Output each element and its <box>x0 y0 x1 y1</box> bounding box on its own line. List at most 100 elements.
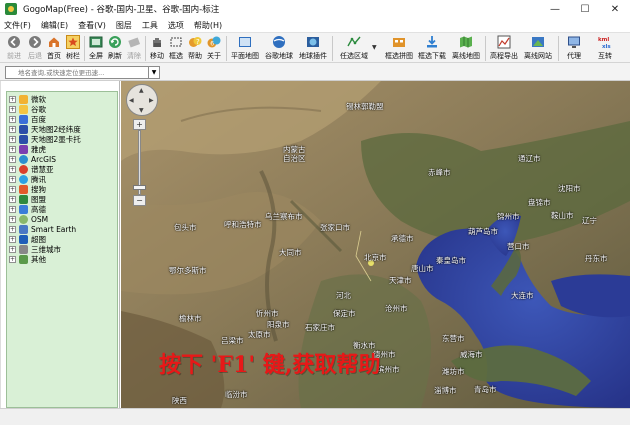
tree-item-supermap[interactable]: + 超图 <box>9 234 46 244</box>
title-bar: GogoMap(Free) - 谷歌-国内-卫星、谷歌-国内-标注 — ☐ ✕ <box>0 0 630 18</box>
tree-panel-button[interactable]: 树栏 <box>63 34 83 63</box>
menu-view[interactable]: 查看(V) <box>78 20 106 31</box>
minimize-button[interactable]: — <box>540 0 570 18</box>
expand-icon[interactable]: + <box>9 185 16 193</box>
back-button[interactable]: 后退 <box>24 34 46 63</box>
tree-item-puhuiya[interactable]: + 谱慧亚 <box>9 164 54 174</box>
offline-map-icon <box>459 35 473 49</box>
map-label: 营口市 <box>507 242 530 251</box>
search-dropdown-icon[interactable]: ▼ <box>148 67 159 78</box>
arrow-left-icon <box>7 35 21 49</box>
expand-icon[interactable]: + <box>9 165 16 173</box>
supermap-icon <box>19 234 28 244</box>
map-label: 忻州市 <box>256 309 279 318</box>
expand-icon[interactable]: + <box>9 115 16 123</box>
menu-help[interactable]: 帮助(H) <box>194 20 222 31</box>
info-icon: 6 <box>207 35 221 49</box>
tree-item-sogou[interactable]: + 搜狗 <box>9 184 46 194</box>
map-view[interactable]: 锡林郭勒盟 内蒙古 自治区 赤峰市 通辽市 沈阳市 辽宁 锦州市 鞍山市 盘锦市… <box>121 81 630 408</box>
offline-map-button[interactable]: 离线地图 <box>449 34 483 63</box>
expand-icon[interactable]: + <box>9 195 16 203</box>
zoom-in-button[interactable]: + <box>133 119 146 130</box>
proxy-button[interactable]: 代理 <box>561 34 587 63</box>
place-search-input[interactable] <box>6 67 147 78</box>
pan-up-icon[interactable]: ▲ <box>139 87 144 94</box>
menu-edit[interactable]: 编辑(E) <box>41 20 68 31</box>
google-earth-button[interactable]: 谷歌地球 <box>263 34 295 63</box>
home-button[interactable]: 首页 <box>44 34 64 63</box>
expand-icon[interactable]: + <box>9 245 16 253</box>
expand-icon[interactable]: + <box>9 255 16 263</box>
expand-icon[interactable]: + <box>9 105 16 113</box>
menu-tools[interactable]: 工具 <box>142 20 158 31</box>
menu-file[interactable]: 文件(F) <box>4 20 31 31</box>
pan-right-icon[interactable]: ▶ <box>149 97 154 104</box>
zoom-slider-thumb[interactable] <box>133 185 146 190</box>
tree-item-tianditu-latlng[interactable]: + 天地图2经纬度 <box>9 124 81 134</box>
flat-map-button[interactable]: 平面地图 <box>229 34 261 63</box>
refresh-button[interactable]: 刷新 <box>105 34 125 63</box>
pan-down-icon[interactable]: ▼ <box>139 107 144 114</box>
expand-icon[interactable]: + <box>9 125 16 133</box>
tree-item-gaode[interactable]: + 高德 <box>9 204 46 214</box>
tree-item-other[interactable]: + 其他 <box>9 254 46 264</box>
tree-item-label: 其他 <box>31 254 46 264</box>
menu-options[interactable]: 选项 <box>168 20 184 31</box>
back-label: 后退 <box>28 52 42 60</box>
tree-item-arcgis[interactable]: + ArcGIS <box>9 154 56 164</box>
tree-item-yahoo[interactable]: + 雅虎 <box>9 144 46 154</box>
tree-item-label: 雅虎 <box>31 144 46 154</box>
pan-left-icon[interactable]: ◀ <box>129 97 134 104</box>
svg-text:kml: kml <box>598 37 609 43</box>
flat-map-icon <box>238 35 252 49</box>
pan-control[interactable]: ▲ ▼ ◀ ▶ <box>126 84 158 116</box>
map-label: 锡林郭勒盟 <box>346 102 384 111</box>
expand-icon[interactable]: + <box>9 215 16 223</box>
yahoo-icon <box>19 144 28 154</box>
tree-item-microsoft[interactable]: + 微软 <box>9 94 46 104</box>
elevation-export-button[interactable]: 高程导出 <box>487 34 521 63</box>
map-label: 天津市 <box>389 276 412 285</box>
expand-icon[interactable]: + <box>9 145 16 153</box>
map-label: 通辽市 <box>518 154 541 163</box>
convert-button[interactable]: kml xls 互转 <box>592 34 618 63</box>
forward-button[interactable]: 前进 <box>3 34 25 63</box>
tree-item-tumeng[interactable]: + 图盟 <box>9 194 46 204</box>
clear-button[interactable]: 清除 <box>124 34 144 63</box>
tencent-icon <box>19 174 28 184</box>
expand-icon[interactable]: + <box>9 95 16 103</box>
region-dropdown-arrow-icon[interactable]: ▼ <box>372 44 377 51</box>
menu-layers[interactable]: 图层 <box>116 20 132 31</box>
move-button[interactable]: 移动 <box>147 34 167 63</box>
tree-item-tencent[interactable]: + 腾讯 <box>9 174 46 184</box>
expand-icon[interactable]: + <box>9 235 16 243</box>
zoom-out-button[interactable]: − <box>133 195 146 206</box>
map-label: 陕西 <box>172 396 187 405</box>
any-region-button[interactable]: 任选区域 <box>336 34 372 63</box>
tree-item-baidu[interactable]: + 百度 <box>9 114 46 124</box>
expand-icon[interactable]: + <box>9 155 16 163</box>
about-button[interactable]: 6 关于 <box>204 34 224 63</box>
tree-item-google[interactable]: + 谷歌 <box>9 104 46 114</box>
help-button[interactable]: ? 帮助 <box>185 34 205 63</box>
map-label: 石家庄市 <box>305 323 335 332</box>
fullscreen-button[interactable]: 全屏 <box>86 34 106 63</box>
expand-icon[interactable]: + <box>9 205 16 213</box>
select-button[interactable]: 框选 <box>166 34 186 63</box>
select-mosaic-button[interactable]: 框选拼图 <box>382 34 416 63</box>
mosaic-icon <box>392 35 406 49</box>
expand-icon[interactable]: + <box>9 225 16 233</box>
select-download-button[interactable]: 框选下载 <box>415 34 449 63</box>
tree-item-tianditu-mercator[interactable]: + 天地图2墨卡托 <box>9 134 81 144</box>
expand-icon[interactable]: + <box>9 175 16 183</box>
expand-icon[interactable]: + <box>9 135 16 143</box>
maximize-button[interactable]: ☐ <box>570 0 600 18</box>
tree-item-osm[interactable]: + OSM <box>9 214 48 224</box>
tree-label: 树栏 <box>66 52 80 60</box>
close-button[interactable]: ✕ <box>600 0 630 18</box>
offline-site-button[interactable]: 离线网站 <box>521 34 555 63</box>
earth-plugin-button[interactable]: 地球插件 <box>297 34 329 63</box>
refresh-label: 刷新 <box>108 52 122 60</box>
tree-item-smart-earth[interactable]: + Smart Earth <box>9 224 76 234</box>
tree-item-3d-city[interactable]: + 三维城市 <box>9 244 61 254</box>
